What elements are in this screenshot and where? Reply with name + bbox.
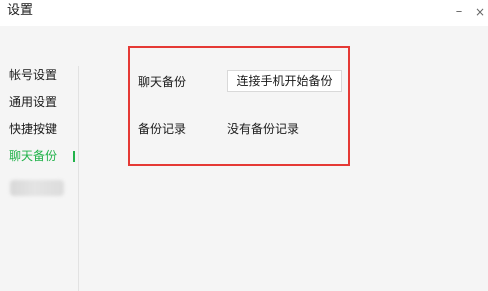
sidebar-item-chat-backup[interactable]: 聊天备份 — [9, 147, 57, 165]
window-title: 设置 — [7, 3, 34, 18]
title-bar: 设置 – × — [0, 0, 488, 26]
sidebar-item-account-settings[interactable]: 帐号设置 — [9, 66, 57, 84]
minimize-icon[interactable]: – — [451, 4, 467, 20]
connect-phone-backup-button[interactable]: 连接手机开始备份 — [227, 70, 342, 92]
highlight-box — [128, 46, 350, 166]
backup-records-value: 没有备份记录 — [227, 122, 300, 136]
backup-records-label: 备份记录 — [138, 122, 187, 136]
active-item-indicator — [73, 151, 75, 162]
chat-backup-label: 聊天备份 — [138, 75, 187, 89]
blurred-sidebar-item — [10, 180, 64, 196]
sidebar-divider — [78, 66, 79, 291]
sidebar-item-shortcuts[interactable]: 快捷按键 — [9, 120, 57, 138]
close-icon[interactable]: × — [472, 4, 488, 20]
sidebar-item-general-settings[interactable]: 通用设置 — [9, 93, 57, 111]
